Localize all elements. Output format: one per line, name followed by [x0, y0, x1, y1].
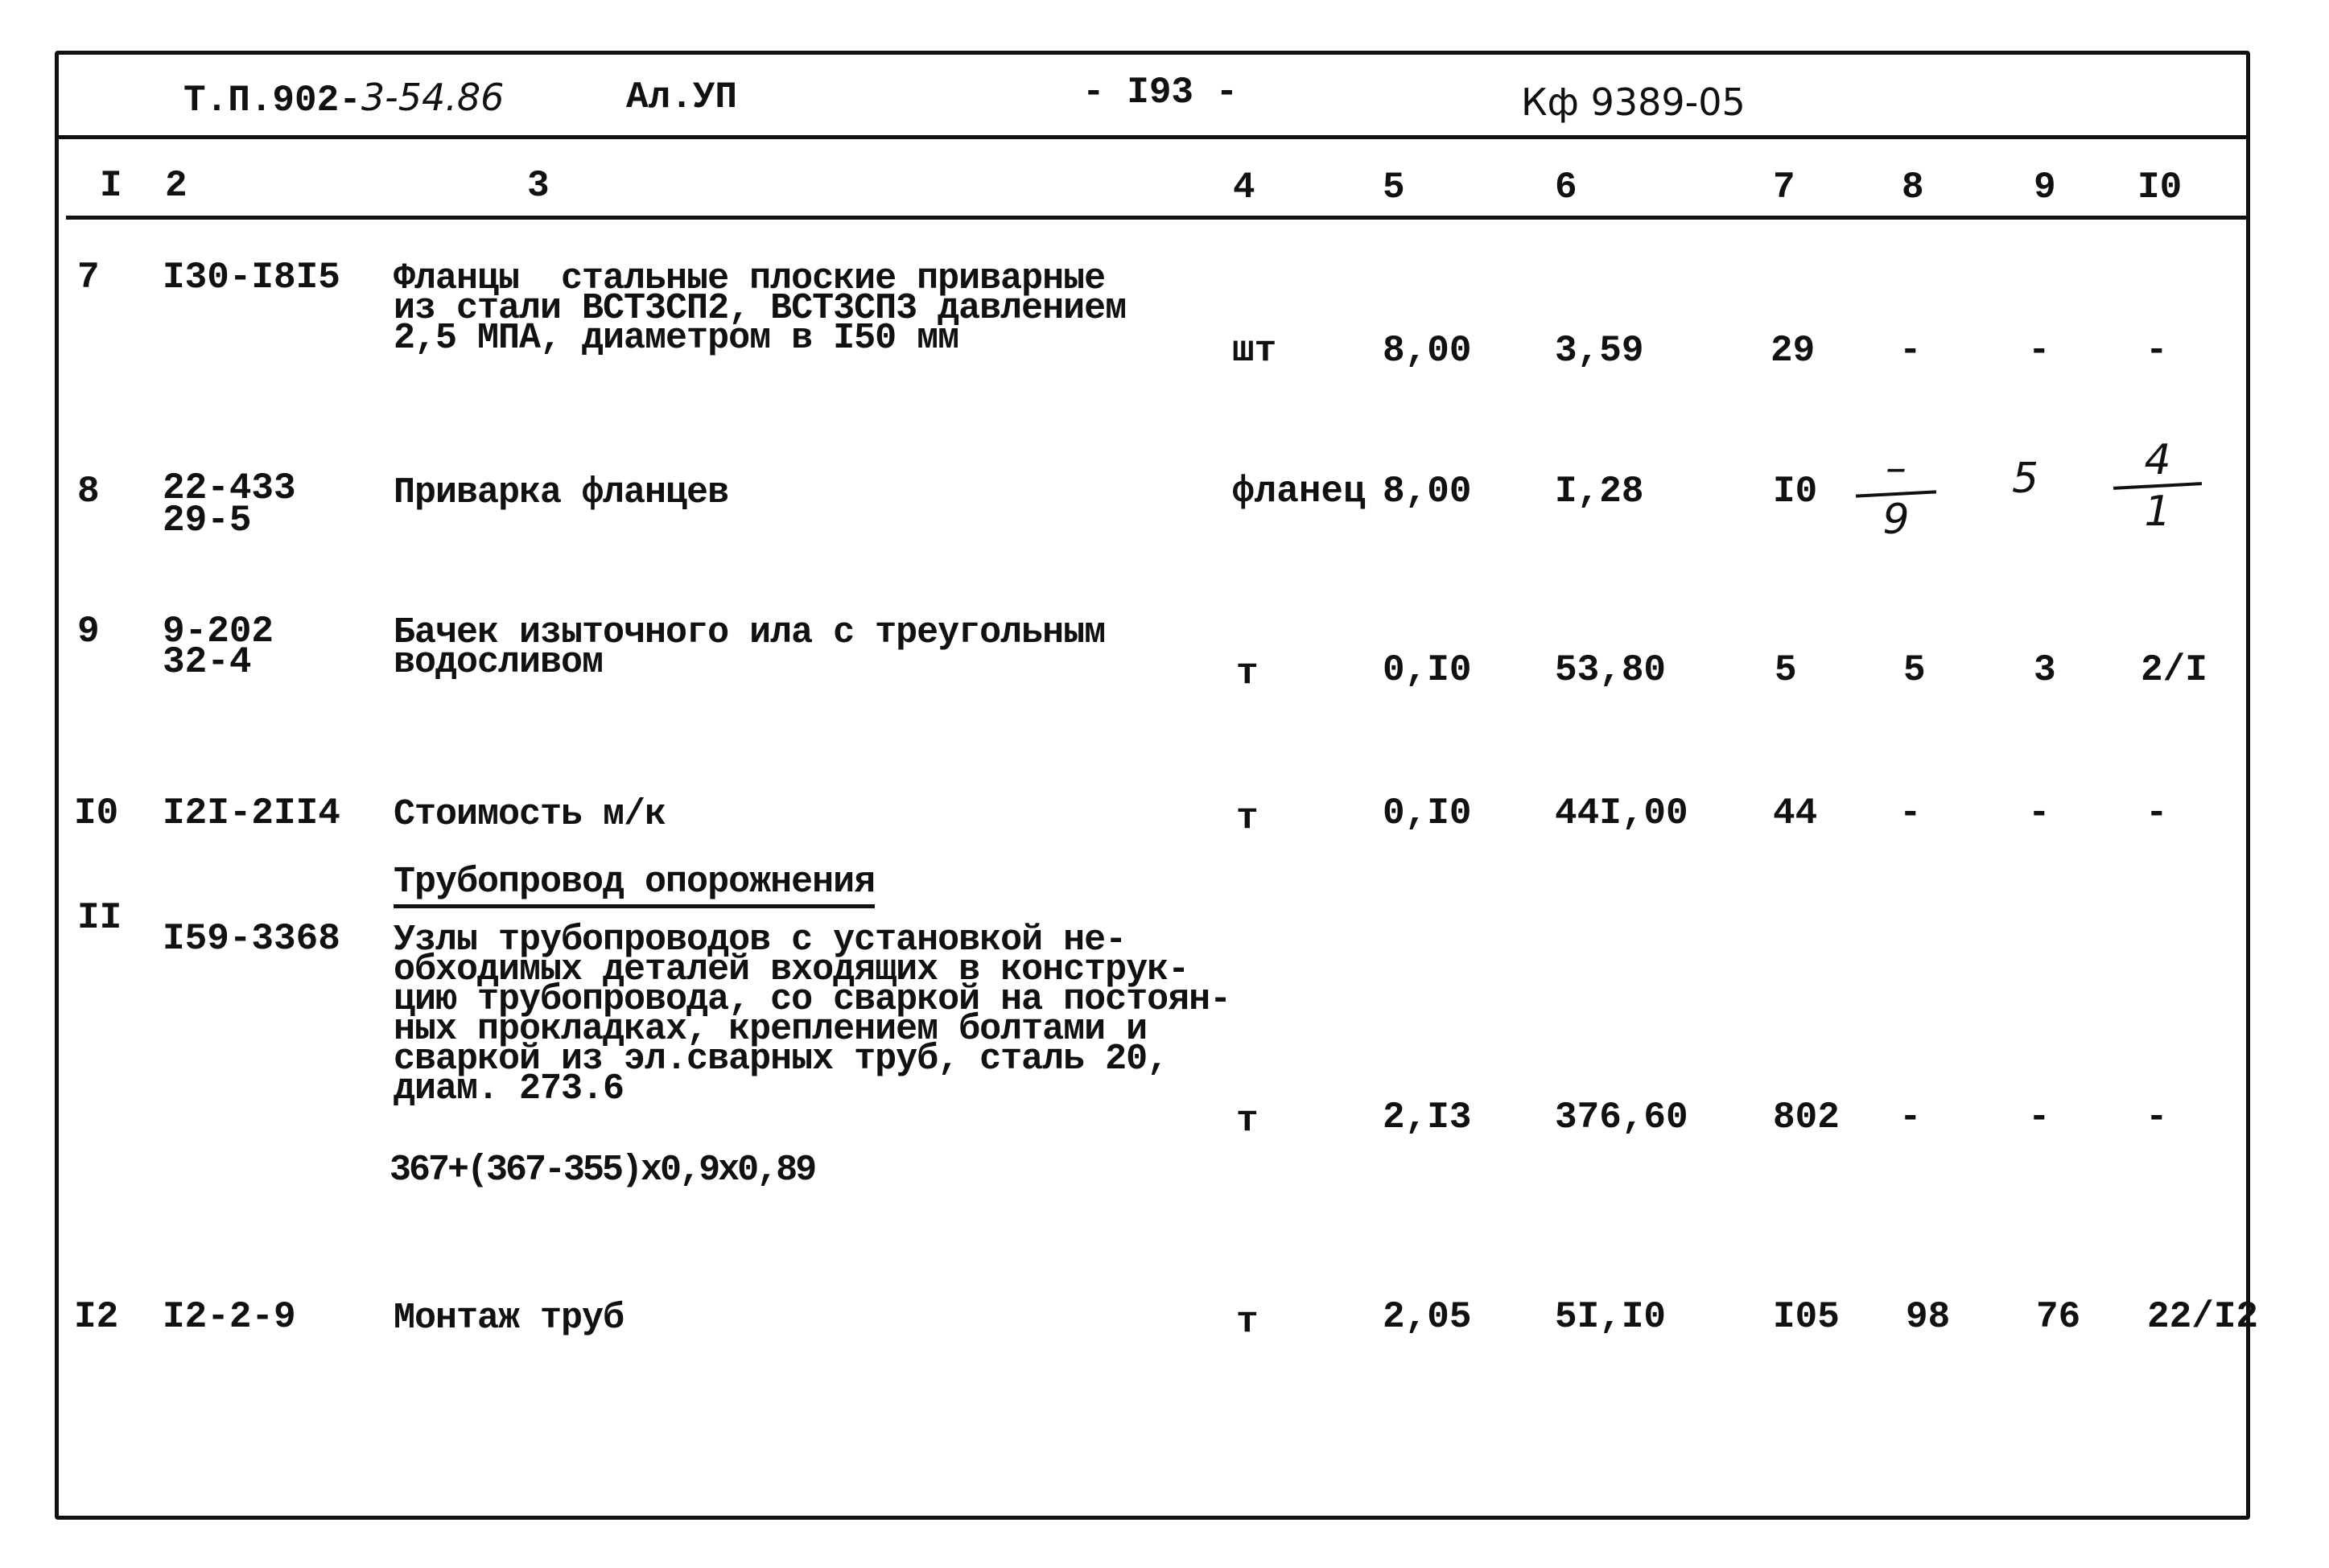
row-code: I59-3368 — [163, 918, 340, 960]
col-header-3: 3 — [527, 165, 550, 207]
row-code: I2-2-9 — [163, 1296, 296, 1338]
row-col9: - — [2028, 1097, 2051, 1138]
row-col9: 3 — [2034, 649, 2056, 691]
row-col8: - — [1899, 330, 1922, 372]
row-price: 53,80 — [1555, 649, 1667, 691]
row-col9: 5 — [2012, 455, 2039, 503]
row-total: 44 — [1773, 792, 1818, 834]
row-number: 9 — [77, 611, 100, 652]
row-total: 29 — [1770, 330, 1816, 372]
header-divider — [55, 135, 2250, 139]
row-col10: 2/I — [2141, 649, 2207, 691]
row-total: I05 — [1773, 1296, 1840, 1338]
row-description-line: Монтаж труб — [394, 1298, 625, 1339]
row-total: I0 — [1773, 471, 1818, 512]
row-col10: - — [2146, 792, 2168, 834]
row-description-line: диам. 273.6 — [394, 1068, 625, 1109]
row-unit: т — [1236, 652, 1259, 694]
row-unit: фланец — [1232, 471, 1366, 512]
row-col8: 98 — [1906, 1296, 1951, 1338]
row-col10: 22/I2 — [2147, 1296, 2259, 1338]
row-description-line: Стоимость м/к — [394, 794, 666, 835]
row-code: 29-5 — [163, 500, 252, 541]
row-description-line: водосливом — [394, 642, 604, 683]
album-label: Ал.УП — [626, 76, 738, 118]
col-header-2: 2 — [165, 165, 188, 207]
section-title-text: Трубопровод опорожнения — [394, 862, 876, 908]
fraction-numerator: – — [1886, 444, 1906, 492]
row-unit: т — [1236, 797, 1259, 839]
row-code: I2I-2II4 — [163, 792, 340, 834]
col-header-8: 8 — [1902, 167, 1924, 208]
row-code: 32-4 — [163, 641, 252, 683]
row-number: I0 — [74, 792, 119, 834]
row-unit: т — [1236, 1301, 1259, 1343]
row-price: 44I,00 — [1555, 792, 1688, 834]
row-price: 376,60 — [1555, 1097, 1688, 1138]
col-header-6: 6 — [1555, 167, 1577, 208]
row-col8: - — [1899, 792, 1922, 834]
row-col9: - — [2028, 792, 2051, 834]
row-formula: 367+(367-355)x0,9x0,89 — [390, 1150, 817, 1191]
col-header-9: 9 — [2034, 167, 2056, 208]
fraction-denominator: 9 — [1882, 496, 1910, 544]
section-title: Трубопровод опорожнения — [394, 862, 876, 908]
row-code: I30-I8I5 — [163, 257, 340, 298]
row-col8: 5 — [1903, 649, 1926, 691]
row-quantity: 0,I0 — [1383, 649, 1472, 691]
row-price: 3,59 — [1555, 330, 1644, 372]
col-header-4: 4 — [1233, 167, 1255, 208]
row-col9: 76 — [2036, 1296, 2081, 1338]
row-number: 8 — [77, 471, 100, 512]
page-number: - I93 - — [1082, 72, 1239, 113]
row-number: 7 — [77, 257, 100, 298]
row-number: I2 — [74, 1296, 119, 1338]
doc-code: Т.П.902-3-54.86 — [183, 79, 504, 119]
doc-code-printed: Т.П.902- — [183, 80, 361, 121]
fraction-numerator: 4 — [2144, 436, 2171, 484]
row-col10-fraction: 4 1 — [2113, 436, 2203, 536]
fraction-denominator: 1 — [2144, 488, 2171, 536]
row-quantity: 8,00 — [1383, 330, 1472, 372]
row-unit: т — [1236, 1100, 1259, 1142]
row-number: II — [77, 897, 122, 939]
row-col10: - — [2146, 1097, 2168, 1138]
column-header-divider — [66, 216, 2250, 220]
row-total: 802 — [1773, 1097, 1840, 1138]
row-col8-fraction: – 9 — [1855, 444, 1937, 544]
row-total: 5 — [1775, 649, 1797, 691]
col-header-5: 5 — [1383, 167, 1405, 208]
row-description-line: 2,5 МПА, диаметром в I50 мм — [394, 318, 959, 359]
row-col10: - — [2146, 330, 2168, 372]
col-header-1: I — [100, 165, 122, 207]
row-price: 5I,I0 — [1555, 1296, 1667, 1338]
archive-stamp: Кф 9389-05 — [1521, 80, 1746, 124]
doc-code-handwritten: 3-54.86 — [361, 76, 505, 119]
row-quantity: 8,00 — [1383, 471, 1472, 512]
row-quantity: 2,I3 — [1383, 1097, 1472, 1138]
col-header-10: I0 — [2137, 167, 2183, 208]
row-col9: - — [2028, 330, 2051, 372]
row-unit: шт — [1232, 330, 1277, 372]
col-header-7: 7 — [1773, 167, 1795, 208]
row-description-line: Приварка фланцев — [394, 472, 729, 513]
row-price: I,28 — [1555, 471, 1644, 512]
row-col8: - — [1899, 1097, 1922, 1138]
row-quantity: 0,I0 — [1383, 792, 1472, 834]
row-quantity: 2,05 — [1383, 1296, 1472, 1338]
